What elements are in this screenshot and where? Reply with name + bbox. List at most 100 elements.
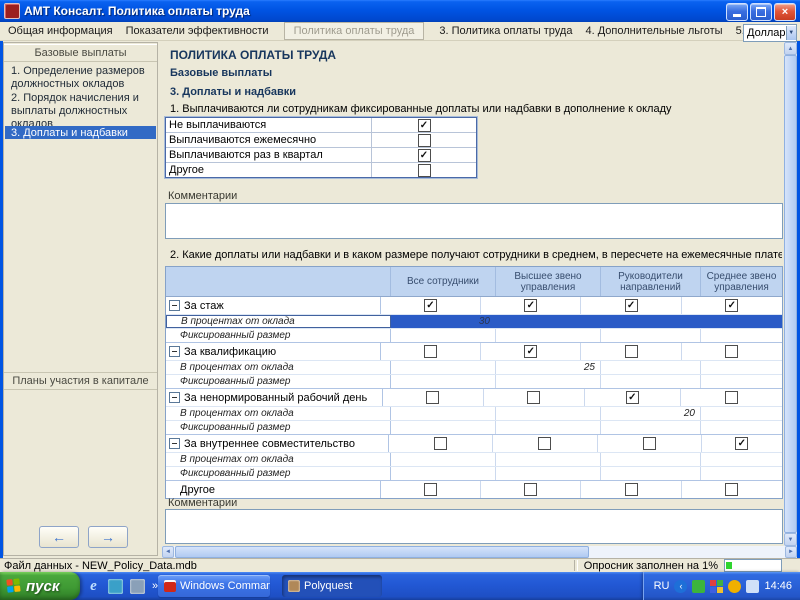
scroll-right-button[interactable]: ► xyxy=(785,546,797,558)
q2-value-cell[interactable] xyxy=(701,329,782,342)
q2-group-row[interactable]: За ненормированный рабочий день xyxy=(166,388,782,406)
q2-subrow-label-cell[interactable]: Фиксированный размер xyxy=(166,329,391,342)
horizontal-scroll-thumb[interactable] xyxy=(175,546,589,558)
sidebar-item-salary-sizes[interactable]: 1. Определение размеров должностных окла… xyxy=(5,64,156,92)
q2-value-cell[interactable] xyxy=(391,407,496,420)
minimize-button[interactable] xyxy=(726,3,748,21)
q2-group-row[interactable]: За внутреннее совместительство xyxy=(166,434,782,452)
tray-yellow-icon[interactable] xyxy=(728,580,741,593)
checkbox[interactable] xyxy=(418,149,431,162)
vertical-scroll-thumb[interactable] xyxy=(784,55,797,533)
checkbox[interactable] xyxy=(418,164,431,177)
q2-value-cell[interactable] xyxy=(601,361,701,374)
q2-fixed-row[interactable]: Фиксированный размер xyxy=(166,420,782,434)
q2-group-row[interactable]: За квалификацию xyxy=(166,342,782,360)
q2-subrow-label-cell[interactable]: В процентах от оклада xyxy=(166,407,391,420)
checkbox[interactable] xyxy=(625,299,638,312)
q2-group-row[interactable]: За стаж xyxy=(166,297,782,314)
q2-value-cell[interactable] xyxy=(496,453,601,466)
checkbox[interactable] xyxy=(434,437,447,450)
taskbar-button-windows-commander[interactable]: Windows Commander... xyxy=(158,575,270,597)
q2-value-cell[interactable] xyxy=(601,467,701,480)
forward-button[interactable]: → xyxy=(88,526,128,548)
sidebar-item-allowances[interactable]: 3. Доплаты и надбавки xyxy=(5,126,156,139)
q1-table-row[interactable]: Выплачиваются ежемесячно xyxy=(166,132,476,147)
q2-fixed-row[interactable]: Фиксированный размер xyxy=(166,466,782,480)
q2-value-cell[interactable] xyxy=(391,467,496,480)
q2-value-cell[interactable] xyxy=(701,421,782,434)
q2-percent-row[interactable]: В процентах от оклада 25 xyxy=(166,360,782,374)
q2-value-cell[interactable] xyxy=(601,453,701,466)
menu-item-kpi[interactable]: Показатели эффективности xyxy=(126,25,269,37)
collapse-minus-icon[interactable] xyxy=(169,346,180,357)
checkbox[interactable] xyxy=(524,483,537,496)
q2-subrow-label-cell[interactable]: Фиксированный размер xyxy=(166,421,391,434)
q2-subrow-label-editcell[interactable]: В процентах от оклада xyxy=(166,315,391,328)
checkbox[interactable] xyxy=(725,345,738,358)
q1-table-row[interactable]: Не выплачиваются xyxy=(166,118,476,132)
scroll-left-button[interactable]: ◄ xyxy=(162,546,174,558)
checkbox[interactable] xyxy=(735,437,748,450)
close-button[interactable]: × xyxy=(774,3,796,21)
q2-fixed-row[interactable]: Фиксированный размер xyxy=(166,374,782,388)
checkbox[interactable] xyxy=(424,345,437,358)
taskbar-button-polyquest[interactable]: Polyquest xyxy=(282,575,382,597)
horizontal-scrollbar[interactable]: ◄ ► xyxy=(162,546,797,558)
collapse-minus-icon[interactable] xyxy=(169,438,180,449)
menu-item-4-benefits[interactable]: 4. Дополнительные льготы xyxy=(585,25,722,37)
q2-value-cell[interactable] xyxy=(391,375,496,388)
checkbox[interactable] xyxy=(426,391,439,404)
q2-value-cell[interactable] xyxy=(496,407,601,420)
q2-value-cell[interactable] xyxy=(391,453,496,466)
q2-value-cell[interactable] xyxy=(601,375,701,388)
checkbox[interactable] xyxy=(725,483,738,496)
sidebar-item-salary-procedure[interactable]: 2. Порядок начисления и выплаты должност… xyxy=(5,91,156,119)
q2-other-row[interactable]: Другое xyxy=(166,480,782,498)
q2-value-cell[interactable] xyxy=(391,329,496,342)
q2-value-cell[interactable] xyxy=(601,329,701,342)
back-button[interactable]: ← xyxy=(39,526,79,548)
q2-value-cell[interactable] xyxy=(701,453,782,466)
tray-green-icon[interactable] xyxy=(692,580,705,593)
q2-value-cell[interactable] xyxy=(496,375,601,388)
q2-value-cell[interactable] xyxy=(496,329,601,342)
restore-button[interactable] xyxy=(750,3,772,21)
checkbox[interactable] xyxy=(418,119,431,132)
q2-subrow-label-cell[interactable]: Фиксированный размер xyxy=(166,467,391,480)
checkbox[interactable] xyxy=(625,483,638,496)
q2-value-cell[interactable] xyxy=(701,315,782,328)
checkbox[interactable] xyxy=(524,299,537,312)
checkbox[interactable] xyxy=(524,345,537,358)
checkbox[interactable] xyxy=(527,391,540,404)
checkbox[interactable] xyxy=(725,391,738,404)
start-button[interactable]: пуск xyxy=(0,572,80,600)
collapse-minus-icon[interactable] xyxy=(169,300,180,311)
menu-item-3-pay-policy[interactable]: 3. Политика оплаты труда xyxy=(439,25,572,37)
q2-value-cell[interactable] xyxy=(391,361,496,374)
q2-percent-row[interactable]: В процентах от оклада xyxy=(166,452,782,466)
checkbox[interactable] xyxy=(625,345,638,358)
q2-value-cell[interactable]: 25 xyxy=(496,361,601,374)
quicklaunch-icon-3[interactable] xyxy=(130,579,145,594)
q2-subrow-label-cell[interactable]: В процентах от оклада xyxy=(166,361,391,374)
sidebar-section-base-payments[interactable]: Базовые выплаты xyxy=(4,44,157,62)
q2-value-cell[interactable] xyxy=(496,467,601,480)
q2-value-cell[interactable] xyxy=(496,421,601,434)
q2-percent-row[interactable]: В процентах от оклада30 xyxy=(166,314,782,328)
quicklaunch-icon-2[interactable] xyxy=(108,579,123,594)
scroll-down-button[interactable]: ▼ xyxy=(784,533,797,546)
ie-icon[interactable]: e xyxy=(86,579,101,594)
comments-2-input[interactable] xyxy=(165,509,783,544)
q1-table-row[interactable]: Выплачиваются раз в квартал xyxy=(166,147,476,162)
vertical-scrollbar[interactable]: ▲ ▼ xyxy=(784,42,797,546)
tray-back-icon[interactable]: ‹ xyxy=(674,580,687,593)
tray-colors-icon[interactable] xyxy=(710,580,723,593)
checkbox[interactable] xyxy=(725,299,738,312)
checkbox[interactable] xyxy=(626,391,639,404)
q2-value-cell[interactable] xyxy=(701,467,782,480)
checkbox[interactable] xyxy=(643,437,656,450)
collapse-minus-icon[interactable] xyxy=(169,392,180,403)
checkbox[interactable] xyxy=(418,134,431,147)
q2-value-cell[interactable]: 30 xyxy=(391,315,496,328)
tray-clock-icon[interactable] xyxy=(746,580,759,593)
